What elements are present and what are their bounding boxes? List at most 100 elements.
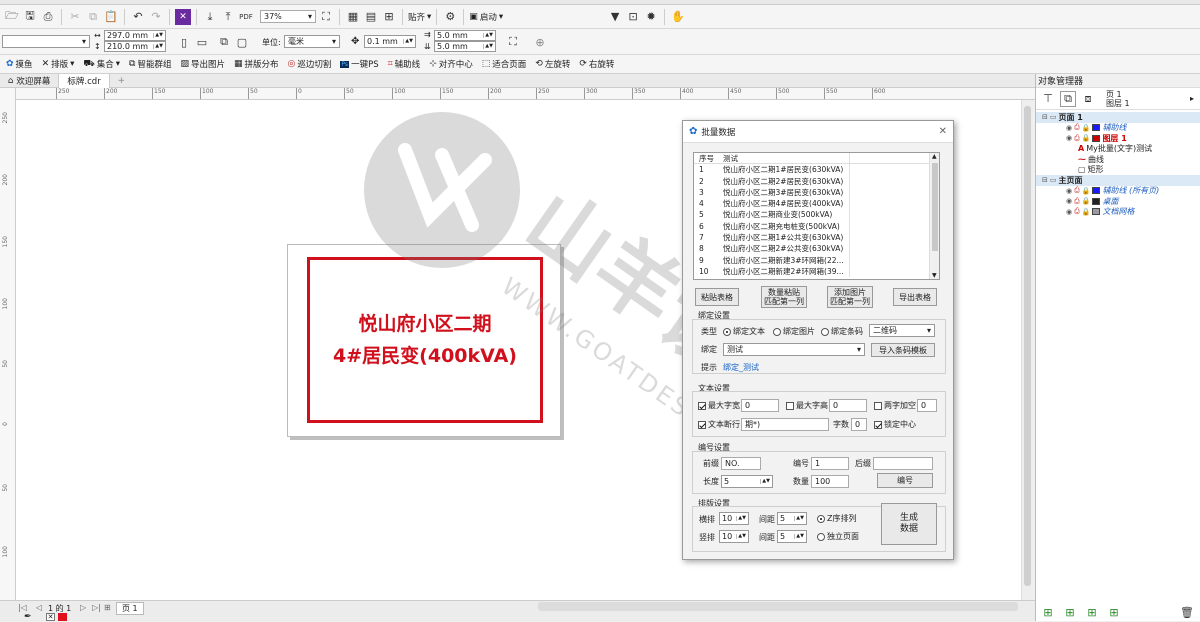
horizontal-count-stepper[interactable]: 10 ▲▼: [719, 512, 749, 525]
next-page-icon[interactable]: ▷: [80, 603, 86, 612]
tool-layout-button[interactable]: ✕ 排版 ▾: [42, 58, 75, 70]
eye-icon[interactable]: ◉: [1066, 208, 1072, 216]
horizontal-gap-stepper[interactable]: 5 ▲▼: [777, 512, 807, 525]
redo-icon[interactable]: ↷: [148, 9, 164, 25]
generate-data-button[interactable]: 生成 数据: [881, 503, 937, 545]
duplicate-x-input[interactable]: 5.0 mm ▲▼: [434, 30, 496, 41]
paste-icon[interactable]: 📋: [103, 9, 119, 25]
guidelines-icon[interactable]: ⊞: [381, 9, 397, 25]
no-fill-icon[interactable]: ✕: [46, 613, 55, 621]
new-master-layer-icon[interactable]: ⊞: [1062, 604, 1078, 620]
zoom-level-select[interactable]: 37% ▾: [260, 10, 316, 23]
import-icon[interactable]: ⤓: [202, 9, 218, 25]
horizontal-scrollbar[interactable]: [538, 602, 1018, 611]
export-icon[interactable]: ⤒: [220, 9, 236, 25]
max-width-checkbox[interactable]: 最大字宽: [698, 400, 740, 411]
lock-icon[interactable]: 🔒: [1082, 134, 1091, 142]
max-height-checkbox[interactable]: 最大字高: [786, 400, 828, 411]
tool-export-image-button[interactable]: ▨ 导出图片: [180, 58, 225, 70]
options-gear-icon[interactable]: ⚙: [442, 9, 458, 25]
scroll-down-icon[interactable]: ▼: [932, 272, 937, 279]
data-table[interactable]: 序号 测试 1 悦山府小区二期1#居民变(630kVA) 2 悦山府小区二期2#居民变…: [693, 152, 940, 280]
independent-page-radio[interactable]: 独立页面: [817, 531, 859, 542]
undo-icon[interactable]: ↶: [130, 9, 146, 25]
tab-document[interactable]: 标牌.cdr: [59, 73, 110, 88]
landscape-icon[interactable]: ▭: [194, 34, 210, 50]
add-tab-plus-icon[interactable]: +: [110, 74, 133, 88]
layer-manager-icon[interactable]: ⧉: [1060, 90, 1076, 107]
two-char-space-input[interactable]: 0: [917, 399, 937, 412]
line-break-checkbox[interactable]: 文本断行: [698, 419, 740, 430]
current-page-icon[interactable]: ▢: [234, 34, 250, 50]
print-icon[interactable]: ⎙: [1074, 207, 1080, 216]
table-row[interactable]: 4 悦山府小区二期4#居民变(400kVA): [694, 198, 939, 210]
nudge-distance-input[interactable]: 0.1 mm ▲▼: [364, 35, 416, 48]
page-size-select[interactable]: ▾: [2, 35, 90, 48]
collapse-icon[interactable]: ⊟: [1042, 176, 1048, 184]
table-row[interactable]: 9 悦山府小区二期新建3#环网箱(22...: [694, 254, 939, 266]
page-width-input[interactable]: 297.0 mm ▲▼: [104, 30, 166, 41]
tree-item[interactable]: ⊟ ▭ 页面 1: [1036, 112, 1200, 123]
document-page[interactable]: 悦山府小区二期 4#居民变(400kVA): [287, 244, 561, 437]
tool-fit-page-button[interactable]: ⬚ 适合页面: [482, 58, 527, 70]
lock-icon[interactable]: 🔒: [1082, 187, 1091, 195]
eye-icon[interactable]: ◉: [1066, 187, 1072, 195]
paste-match-button[interactable]: 数量粘贴 匹配第一列: [761, 286, 807, 308]
count-input[interactable]: 100: [811, 475, 849, 488]
bind-field-select[interactable]: 测试 ▾: [723, 343, 865, 356]
z-order-radio[interactable]: Z序排列: [817, 513, 856, 524]
table-row[interactable]: 10 悦山府小区二期新建2#环网箱(39...: [694, 265, 939, 278]
vertical-ruler[interactable]: 250 200 150 100 50 0 50 100: [0, 88, 16, 600]
print-icon[interactable]: ⎙: [40, 9, 56, 25]
add-page-icon[interactable]: ⊞: [104, 603, 111, 612]
table-row[interactable]: 7 悦山府小区二期1#公共变(630kVA): [694, 232, 939, 244]
last-page-icon[interactable]: ▷|: [92, 603, 101, 612]
table-vertical-scrollbar[interactable]: ▲ ▼: [929, 153, 939, 279]
max-width-input[interactable]: 0: [741, 399, 779, 412]
rulers-icon[interactable]: ▦: [345, 9, 361, 25]
full-screen-icon[interactable]: ⛶: [318, 9, 334, 25]
duplicate-y-input[interactable]: 5.0 mm ▲▼: [434, 41, 496, 52]
grid-icon[interactable]: ▤: [363, 9, 379, 25]
table-row[interactable]: 6 悦山府小区二期充电桩变(500kVA): [694, 220, 939, 233]
bind-barcode-radio[interactable]: 绑定条码: [821, 326, 863, 337]
scrollbar-thumb[interactable]: [1024, 106, 1031, 586]
tool-collection-button[interactable]: ⛟ 集合 ▾: [83, 58, 120, 71]
layer-color-swatch[interactable]: [1092, 208, 1101, 216]
layer-color-swatch[interactable]: [1092, 124, 1101, 132]
tool-contour-cut-button[interactable]: ◎ 巡边切割: [288, 58, 332, 70]
plugin-gear-icon[interactable]: ✹: [643, 9, 659, 25]
number-button[interactable]: 编号: [877, 473, 933, 488]
table-row[interactable]: 8 悦山府小区二期2#公共变(630kVA): [694, 243, 939, 255]
save-icon[interactable]: 🖫: [22, 9, 38, 25]
page-height-input[interactable]: 210.0 mm ▲▼: [104, 41, 166, 52]
new-master-odd-icon[interactable]: ⊞: [1084, 604, 1100, 620]
delete-trash-icon[interactable]: 🗑: [1179, 604, 1195, 620]
bleed-frame-icon[interactable]: ⛶: [505, 34, 521, 50]
layer-view-icon[interactable]: ⧈: [1080, 91, 1096, 107]
layer-color-swatch[interactable]: [1092, 187, 1101, 195]
tool-smart-group-button[interactable]: ⧉ 智能群组: [129, 58, 171, 70]
object-tree[interactable]: ⊟ ▭ 页面 1 ◉ ⎙ 🔒 辅助线 ◉ ⎙ 🔒 图层 1 A My批量(文字)测试 ⁓ 曲线 ▢ 矩形 ⊟ ▭ 主页…: [1036, 110, 1200, 217]
plugin-hat-icon[interactable]: ▼: [607, 9, 623, 25]
eye-icon[interactable]: ◉: [1066, 197, 1072, 205]
tree-item[interactable]: ⊟ ▭ 主页面: [1036, 175, 1200, 186]
vertical-gap-stepper[interactable]: 5 ▲▼: [777, 530, 807, 543]
plugin-grid-icon[interactable]: ⊡: [625, 9, 641, 25]
close-icon[interactable]: ✕: [939, 126, 947, 137]
print-icon[interactable]: ⎙: [1074, 197, 1080, 206]
app-launcher-icon[interactable]: ✕: [175, 8, 191, 25]
panel-expand-icon[interactable]: ▸: [1190, 94, 1194, 103]
pdf-export-icon[interactable]: PDF: [238, 9, 254, 25]
suffix-input[interactable]: [873, 457, 933, 470]
tree-item[interactable]: ◉ ⎙ 🔒 桌面: [1036, 196, 1200, 207]
layer-color-swatch[interactable]: [1092, 134, 1101, 142]
length-stepper[interactable]: 5 ▲▼: [721, 475, 773, 488]
show-properties-icon[interactable]: ⊤: [1040, 91, 1056, 107]
prev-page-icon[interactable]: ◁: [36, 603, 42, 612]
open-folder-icon[interactable]: 🗁: [4, 9, 20, 25]
snap-to-dropdown[interactable]: 贴齐 ▾: [408, 11, 431, 23]
layer-color-swatch[interactable]: [1092, 197, 1101, 205]
bind-text-radio[interactable]: 绑定文本: [723, 326, 765, 337]
tree-item[interactable]: ◉ ⎙ 🔒 辅助线: [1036, 123, 1200, 134]
